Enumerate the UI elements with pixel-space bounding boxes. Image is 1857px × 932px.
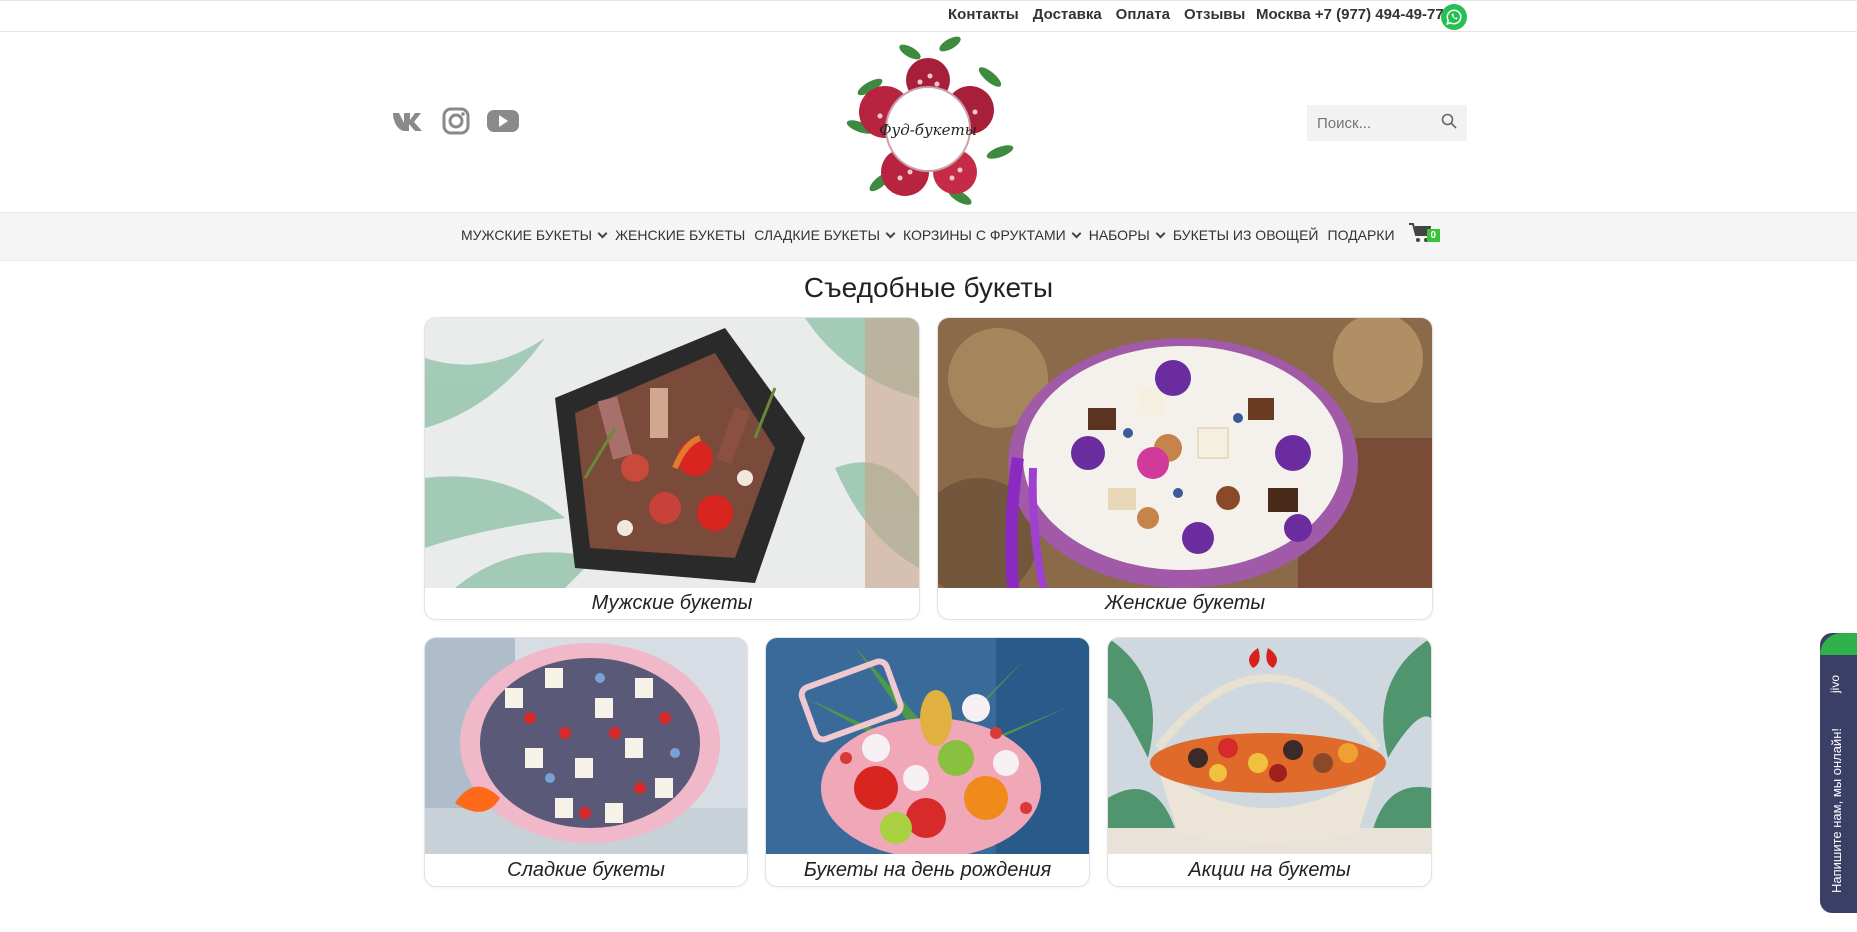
nav-item-mens-bouquets[interactable]: МУЖСКИЕ БУКЕТЫ	[461, 227, 608, 243]
nav-item-womens-bouquets[interactable]: ЖЕНСКИЕ БУКЕТЫ	[615, 227, 745, 243]
nav-item-gifts[interactable]: ПОДАРКИ	[1328, 227, 1395, 243]
instagram-icon[interactable]	[442, 107, 470, 140]
search-box	[1307, 105, 1467, 141]
chevron-down-icon	[597, 228, 608, 238]
chevron-down-icon	[1071, 228, 1082, 238]
chat-widget[interactable]: jivo Напишите нам, мы онлайн!	[1820, 633, 1857, 913]
nav-item-fruit-baskets[interactable]: КОРЗИНЫ С ФРУКТАМИ	[903, 227, 1082, 243]
social-links	[392, 107, 520, 140]
main-nav: МУЖСКИЕ БУКЕТЫ ЖЕНСКИЕ БУКЕТЫ СЛАДКИЕ БУ…	[0, 212, 1857, 261]
cart-button[interactable]: 0	[1408, 223, 1441, 243]
chat-leaf-icon	[1820, 633, 1857, 655]
chevron-down-icon	[885, 228, 896, 238]
category-image	[766, 638, 1089, 854]
category-image	[425, 638, 747, 854]
category-card-mens[interactable]: Мужские букеты	[424, 317, 920, 620]
city-phone[interactable]: Москва +7 (977) 494-49-77	[1256, 6, 1444, 23]
svg-text:Фуд-букеты: Фуд-букеты	[879, 121, 977, 139]
category-card-sweet[interactable]: Сладкие букеты	[424, 637, 748, 887]
search-icon[interactable]	[1441, 113, 1457, 134]
vk-icon[interactable]	[392, 110, 426, 137]
category-card-promo[interactable]: Акции на букеты	[1107, 637, 1432, 887]
category-image	[938, 318, 1432, 588]
chat-brand: jivo	[1828, 675, 1842, 694]
top-link-reviews[interactable]: Отзывы	[1184, 6, 1245, 23]
category-label: Мужские букеты	[591, 592, 753, 614]
nav-item-sets[interactable]: НАБОРЫ	[1089, 227, 1166, 243]
top-links: Контакты Доставка Оплата Отзывы	[948, 6, 1245, 23]
category-label: Женские букеты	[1104, 592, 1266, 614]
category-card-womens[interactable]: Женские букеты	[937, 317, 1433, 620]
category-card-birthday[interactable]: Букеты на день рождения	[765, 637, 1090, 887]
youtube-icon[interactable]	[486, 109, 520, 138]
header: Фуд-букеты	[0, 32, 1857, 212]
nav-item-vegetable-bouquets[interactable]: БУКЕТЫ ИЗ ОВОЩЕЙ	[1173, 227, 1319, 243]
top-bar: Контакты Доставка Оплата Отзывы Москва +…	[0, 0, 1857, 32]
top-link-payment[interactable]: Оплата	[1116, 6, 1170, 23]
page-title: Съедобные букеты	[803, 272, 1054, 303]
whatsapp-icon[interactable]	[1441, 4, 1467, 30]
category-label: Акции на букеты	[1188, 859, 1351, 881]
chevron-down-icon	[1155, 228, 1166, 238]
site-logo[interactable]: Фуд-букеты	[840, 32, 1015, 212]
category-label: Сладкие букеты	[507, 859, 665, 881]
cart-count-badge: 0	[1426, 228, 1441, 242]
top-link-contacts[interactable]: Контакты	[948, 6, 1019, 23]
chat-message: Напишите нам, мы онлайн!	[1829, 728, 1844, 894]
nav-item-sweet-bouquets[interactable]: СЛАДКИЕ БУКЕТЫ	[754, 227, 896, 243]
category-label: Букеты на день рождения	[803, 859, 1052, 881]
category-image	[425, 318, 919, 588]
top-link-delivery[interactable]: Доставка	[1033, 6, 1102, 23]
search-input[interactable]	[1307, 113, 1437, 133]
category-image	[1108, 638, 1431, 854]
